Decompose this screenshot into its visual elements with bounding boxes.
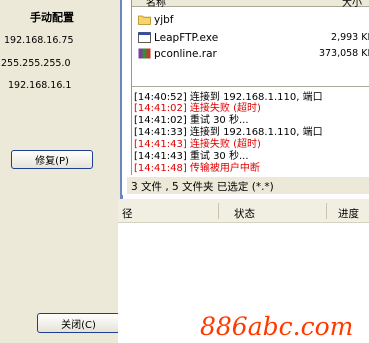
- exe-icon: [138, 32, 151, 43]
- file-list-header: 名称 大小: [132, 0, 369, 9]
- column-name-header[interactable]: 名称: [146, 0, 166, 9]
- column-separator[interactable]: [218, 203, 219, 219]
- rar-icon: [138, 48, 151, 59]
- file-name: yjbf: [154, 13, 174, 26]
- folder-icon: [138, 15, 151, 25]
- file-size: 373,058 KB: [318, 48, 369, 59]
- file-row[interactable]: pconline.rar 373,058 KB: [138, 46, 369, 61]
- column-status-header[interactable]: 状态: [234, 206, 255, 221]
- file-name: LeapFTP.exe: [154, 31, 219, 44]
- repair-button[interactable]: 修复(P): [11, 150, 93, 169]
- status-bar: 3 文件 , 5 文件夹 已选定 (*.*): [127, 176, 369, 194]
- subnet-mask-value: 255.255.255.0: [1, 58, 71, 69]
- column-separator[interactable]: [326, 203, 327, 219]
- file-name: pconline.rar: [154, 47, 217, 60]
- file-size: 2,993 KB: [331, 32, 369, 43]
- manual-config-heading: 手动配置: [30, 11, 74, 24]
- site-watermark: 886abc.com: [200, 312, 354, 341]
- file-row[interactable]: yjbf: [138, 12, 369, 27]
- remote-file-list: 名称 大小 yjbf LeapFTP.exe 2,993 KB pconline…: [131, 0, 369, 86]
- queue-header: 径 状态 进度: [118, 199, 369, 223]
- column-size-header[interactable]: 大小: [342, 0, 362, 9]
- column-path-header[interactable]: 径: [122, 206, 133, 221]
- file-row[interactable]: LeapFTP.exe 2,993 KB: [138, 30, 369, 45]
- connection-log: [14:40:52] 连接到 192.168.1.110, 端口 [14:41:…: [131, 86, 369, 175]
- log-line-error: [14:41:48] 传输被用户中断: [134, 163, 260, 174]
- column-progress-header[interactable]: 进度: [338, 206, 359, 221]
- status-text: 3 文件 , 5 文件夹 已选定 (*.*): [131, 181, 274, 193]
- gateway-value: 192.168.16.1: [8, 80, 72, 91]
- ip-address-value: 192.168.16.75: [4, 35, 74, 46]
- network-config-dialog: 手动配置 192.168.16.75 255.255.255.0 192.168…: [0, 0, 122, 343]
- close-button[interactable]: 关闭(C): [37, 313, 120, 333]
